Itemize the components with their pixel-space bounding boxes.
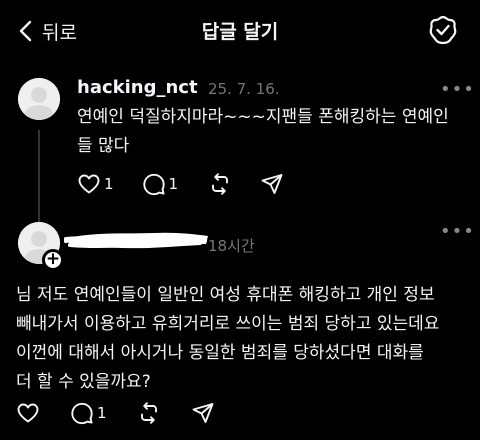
post-text-line: 연예인 덕질하지마라~~~지팬들 폰해킹하는 연예인 <box>77 107 449 127</box>
reply-actions: 1 <box>16 401 215 425</box>
reply-text-line: 이껀에 대해서 아시거나 동일한 범죄를 당하셨다면 대화를 <box>16 343 424 363</box>
repost-button[interactable] <box>137 401 161 425</box>
heart-icon <box>78 174 100 194</box>
follow-plus-button[interactable]: + <box>42 249 64 271</box>
share-button[interactable] <box>191 401 215 425</box>
like-count: 1 <box>104 175 114 193</box>
heart-icon <box>17 403 39 423</box>
reply-text-line: 빼내가서 이용하고 유희거리로 쓰이는 범죄 당하고 있는데요 <box>16 314 440 334</box>
repost-icon <box>212 173 229 195</box>
reply-text-line: 더 할 수 있을까요? <box>16 372 151 392</box>
comment-count: 1 <box>168 175 179 193</box>
more-options-button[interactable]: ••• <box>440 79 475 100</box>
more-options-button[interactable]: ••• <box>440 221 475 242</box>
repost-button[interactable] <box>208 172 232 196</box>
reply-text-line: 님 저도 연예인들이 일반인 여성 휴대폰 해킹하고 개인 정보 <box>16 285 435 305</box>
reply-text: 님 저도 연예인들이 일반인 여성 휴대폰 해킹하고 개인 정보 빼내가서 이용… <box>16 281 476 397</box>
post-text: 연예인 덕질하지마라~~~지팬들 폰해킹하는 연예인 들 많다 <box>77 103 472 161</box>
send-icon <box>261 174 283 194</box>
like-button[interactable] <box>16 401 40 425</box>
header-bar: 뒤로 답글 달기 <box>0 0 480 62</box>
default-avatar-icon <box>18 78 60 120</box>
post-text-line: 들 많다 <box>77 136 130 156</box>
comment-button[interactable]: 1 <box>142 172 179 196</box>
comment-bubble-icon <box>142 173 165 196</box>
username[interactable]: hacking_nct <box>77 77 198 98</box>
page-title: 답글 달기 <box>201 21 279 43</box>
plus-icon: + <box>45 249 61 269</box>
share-button[interactable] <box>260 172 284 196</box>
post-actions: 1 1 <box>77 172 284 196</box>
threads-at-icon[interactable] <box>428 14 458 46</box>
avatar[interactable] <box>18 78 60 120</box>
like-button[interactable]: 1 <box>77 172 114 196</box>
comment-count: 1 <box>97 404 107 422</box>
timestamp: 25. 7. 16. <box>208 80 280 98</box>
comment-button[interactable]: 1 <box>70 401 107 425</box>
repost-icon <box>140 402 157 424</box>
redacted-username <box>64 232 208 249</box>
thread-line <box>38 130 40 222</box>
comment-bubble-icon <box>71 402 93 425</box>
timestamp: 18시간 <box>208 237 255 255</box>
send-icon <box>192 403 213 423</box>
